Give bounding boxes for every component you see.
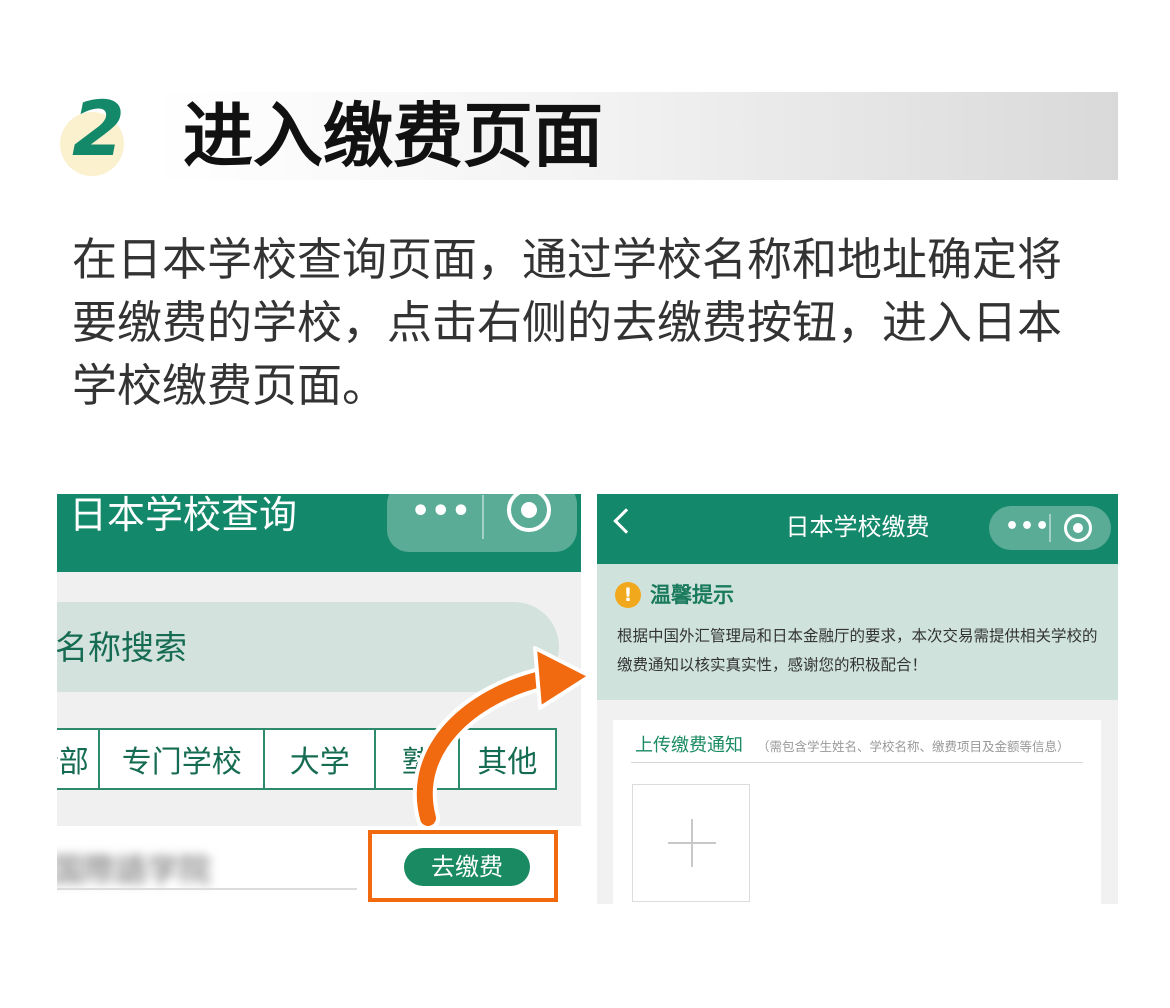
school-payment-screenshot: 日本学校缴费 ••• ! 温馨提示 根据中国外汇管理局和日本金融厅的要求，本次交…: [597, 494, 1118, 904]
close-target-icon[interactable]: [507, 494, 551, 532]
curved-arrow-icon: [412, 646, 592, 830]
step-title: 进入缴费页面: [183, 95, 603, 177]
pay-button[interactable]: 去缴费: [404, 848, 530, 886]
upload-label: 上传缴费通知: [635, 735, 743, 756]
nav-bar: 日本学校缴费 •••: [597, 494, 1118, 564]
mini-program-capsule: •••: [387, 494, 577, 552]
capsule-divider: [1049, 513, 1051, 543]
school-name: 国際語学院: [57, 851, 212, 889]
warning-icon: !: [615, 582, 641, 608]
step-number: 2: [72, 84, 125, 173]
capsule-divider: [482, 494, 484, 540]
more-dots-icon[interactable]: •••: [1005, 510, 1050, 544]
divider: [57, 888, 357, 890]
upload-hint: （需包含学生姓名、学校名称、缴费项目及金额等信息）: [757, 739, 1070, 754]
mini-program-capsule: •••: [989, 506, 1111, 550]
step-description: 在日本学校查询页面，通过学校名称和地址确定将要缴费的学校，点击右侧的去缴费按钮，…: [72, 233, 1063, 412]
notice-body: 根据中国外汇管理局和日本金融厅的要求，本次交易需提供相关学校的缴费通知以核实真实…: [617, 627, 1098, 674]
tab-all[interactable]: 全部: [57, 730, 101, 788]
close-target-icon[interactable]: [1064, 514, 1092, 542]
tab-university[interactable]: 大学: [265, 730, 377, 788]
notice-title: 温馨提示: [650, 583, 734, 607]
more-dots-icon[interactable]: •••: [411, 494, 472, 532]
plus-icon: [691, 819, 693, 867]
divider: [631, 762, 1083, 763]
search-label: 名称搜索: [57, 628, 187, 667]
nav-bar: 日本学校查询 •••: [57, 494, 581, 572]
upload-image-button[interactable]: [632, 784, 750, 902]
tab-vocational-school[interactable]: 专门学校: [100, 730, 266, 788]
page-title: 日本学校查询: [69, 494, 298, 537]
